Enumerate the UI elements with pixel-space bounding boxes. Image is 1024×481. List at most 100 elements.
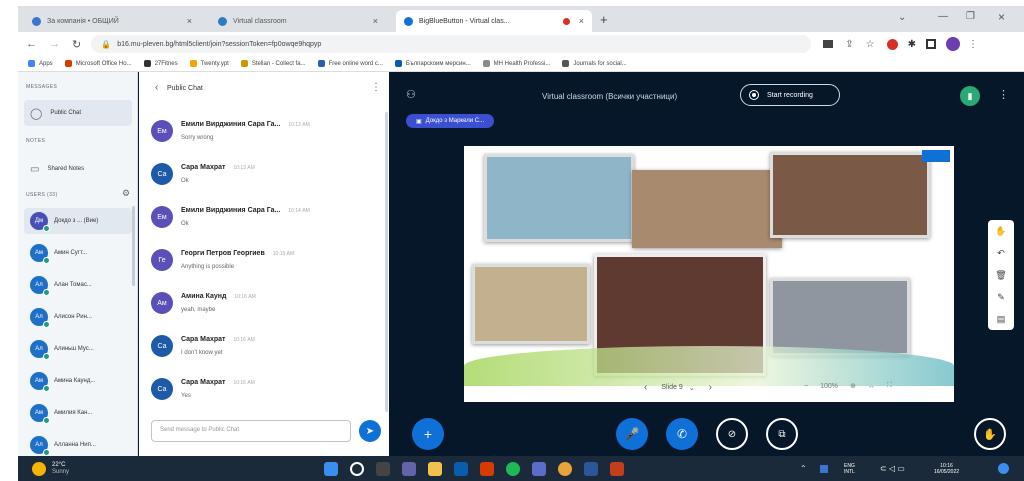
new-tab-button[interactable]: + [600,12,608,27]
bookmark-journals[interactable]: Journals for social... [562,60,627,67]
browser-menu-icon[interactable]: ⋮ [968,39,978,50]
browser-tab-2[interactable]: Virtual classroom × [210,10,386,32]
options-menu-icon[interactable]: ⋮ [998,88,1009,101]
connection-status-icon[interactable]: ▮ [960,86,980,106]
previous-slide-icon[interactable]: ‹ [644,382,647,393]
browser-tab-3[interactable]: BigBlueButton - Virtual clas... × [396,10,592,32]
zoom-in-icon[interactable]: ⊕ [850,382,856,390]
tray-chevron-icon[interactable]: ⌃ [800,464,807,473]
user-list-item[interactable]: Ал Алиньш Мус... [24,336,132,362]
user-list-item[interactable]: Ам Амина Каунд... [24,368,132,394]
browser-tab-strip: За компанія • ОБЩИЙ × Virtual classroom … [18,6,1024,32]
message-time: 10:13 AM [288,122,310,128]
search-icon[interactable] [350,461,364,476]
raise-hand-button[interactable]: ✋ [974,418,1006,450]
bookmark-twenty[interactable]: Twenty.ypt [189,60,229,67]
user-list-item[interactable]: Ам Амилия Кан... [24,400,132,426]
chat-menu-icon[interactable]: ⋮ [371,82,381,93]
spotify-icon[interactable] [506,461,520,476]
tray-app-icon[interactable] [820,464,828,473]
star-icon[interactable]: ☆ [866,39,875,50]
minimize-icon[interactable]: — [938,11,948,22]
profile-avatar[interactable] [945,37,960,51]
chevron-down-icon: ⌄ [688,384,695,392]
forward-icon[interactable]: → [49,38,60,50]
presentation-slide[interactable]: ‹ Slide 9 ⌄ › − 100% ⊕ ↔ ⛶ [464,146,954,402]
undo-icon[interactable]: ↶ [997,248,1005,259]
close-icon[interactable]: × [187,16,192,26]
whiteboard-icon[interactable]: ▤ [997,314,1006,325]
avatar: Ал [30,340,50,360]
share-icon[interactable]: ⇪ [845,39,853,50]
screen-share-button[interactable]: ⧉ [766,418,798,450]
chevron-down-icon[interactable]: ⌄ [898,12,906,23]
language-indicator[interactable]: ENG INTL [844,463,855,475]
bookmark-bg[interactable]: Бълпарскоим мерсин... [394,60,471,67]
user-list-item[interactable]: Ам Амин Сугт... [24,240,132,266]
extension-red-icon[interactable] [886,38,898,50]
pen-icon[interactable]: ✎ [997,292,1005,303]
slide-hide-button[interactable] [922,150,950,162]
browser-tab-1[interactable]: За компанія • ОБЩИЙ × [24,10,200,32]
next-slide-icon[interactable]: › [709,382,712,393]
url-field[interactable]: 🔒 b16.mu-pleven.bg/html5client/join?sess… [91,35,812,53]
notifications-icon[interactable] [998,463,1009,474]
bookmark-apps[interactable]: Apps [28,60,53,67]
fullscreen-icon[interactable]: ⛶ [887,382,892,390]
teams-chat-icon[interactable] [402,461,416,476]
network-volume-icons[interactable]: ⊂ ◁ ▭ [880,464,905,473]
weather-sun-icon[interactable] [32,461,46,476]
maximize-icon[interactable]: ❐ [966,11,975,22]
tab-title: За компанія • ОБЩИЙ [47,17,119,25]
start-recording-button[interactable]: Start recording [740,84,840,106]
sidebar-toggle-icon[interactable] [925,39,936,49]
notes-icon: ▭ [30,163,40,175]
task-view-icon[interactable] [376,461,390,476]
actions-plus-button[interactable]: + [412,418,444,450]
store-icon[interactable] [454,461,468,476]
app-icon[interactable] [532,461,546,476]
window-close-icon[interactable]: × [998,10,1005,24]
fit-width-icon[interactable]: ↔ [868,383,875,390]
bookmark-office[interactable]: Microsoft Office Ho... [64,60,132,67]
weather-widget[interactable]: 22°C Sunny [52,462,69,476]
zoom-out-icon[interactable]: − [804,383,808,390]
back-icon[interactable]: ← [26,38,37,50]
clock[interactable]: 10:16 16/05/2022 [934,463,959,475]
public-chat-item[interactable]: ◯ Public Chat [24,100,132,126]
start-icon[interactable] [324,461,338,476]
powerpoint-icon[interactable] [610,461,624,476]
slide-selector[interactable]: Slide 9 [661,384,682,391]
reload-icon[interactable]: ↻ [72,38,81,51]
back-arrow-icon[interactable]: ‹ [155,82,158,93]
screen-cast-icon[interactable] [823,40,834,48]
word-icon[interactable] [584,461,598,476]
microphone-button[interactable]: 🎤 [616,418,648,450]
user-list-item[interactable]: Дм Докдо з ... (Вие) [24,208,132,234]
bookmark-health[interactable]: MH Health Professi... [482,60,550,67]
bookmark-stellan[interactable]: Stellan - Collect fa... [240,60,306,67]
user-list-item[interactable]: Ал Алан Томас... [24,272,132,298]
close-icon[interactable]: × [579,16,584,26]
extension-icon[interactable]: ✱ [908,39,916,50]
chat-message-input[interactable]: Send message to Public Chat [151,420,351,442]
bookmark-word[interactable]: Free online word c... [317,60,383,67]
bookmark-fitnes[interactable]: 27Fitnes [143,60,178,67]
delete-icon[interactable]: 🗑 [995,270,1006,281]
chat-scrollbar[interactable] [385,112,388,412]
phone-icon[interactable]: ✆ [666,418,698,450]
hand-tool-icon[interactable]: ✋ [995,226,1006,237]
user-list-item[interactable]: Ал Алисон Рин... [24,304,132,330]
close-icon[interactable]: × [373,16,378,26]
camera-button[interactable]: ⊘ [716,418,748,450]
scrollbar[interactable] [132,206,135,286]
users-toggle-icon[interactable]: ⚇ [406,88,416,101]
chrome-icon[interactable] [558,461,572,476]
office-icon[interactable] [480,461,494,476]
send-button[interactable]: ➤ [359,420,381,442]
presenter-chip[interactable]: ▣ Докдо з Маркели С... [406,114,495,128]
user-list-item[interactable]: Ал Алланна Нип... [24,432,132,458]
shared-notes-item[interactable]: ▭ Shared Notes [24,156,132,182]
file-explorer-icon[interactable] [428,461,442,476]
gear-icon[interactable]: ⚙ [122,188,130,199]
